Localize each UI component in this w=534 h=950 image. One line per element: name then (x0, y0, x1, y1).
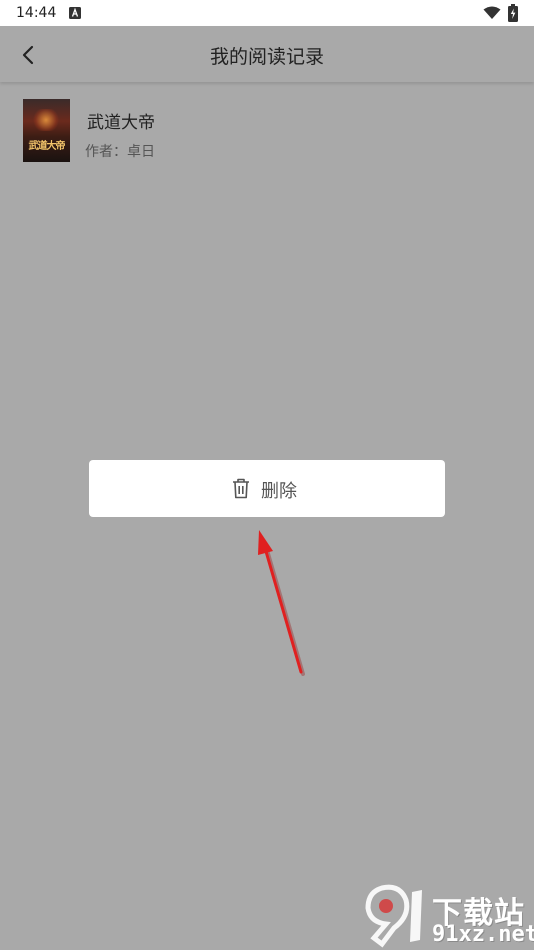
book-author: 作者：卓日 (85, 141, 155, 161)
app-bar: 我的阅读记录 (0, 26, 534, 82)
watermark-logo (365, 884, 422, 948)
history-list-item[interactable]: 武道大帝 武道大帝 作者：卓日 (0, 92, 534, 172)
battery-charging-icon (508, 4, 518, 22)
status-bar: 14:44 (0, 0, 534, 26)
book-title: 武道大帝 (87, 113, 155, 133)
delete-label: 删除 (261, 481, 297, 502)
accessibility-notification-icon (69, 7, 81, 19)
delete-button[interactable]: 删除 (89, 460, 445, 517)
status-time: 14:44 (16, 5, 57, 21)
wifi-icon (483, 6, 501, 19)
cover-title-art: 武道大帝 (28, 141, 66, 152)
author-label: 作者： (85, 144, 127, 160)
page-title: 我的阅读记录 (209, 46, 324, 68)
trash-icon (233, 478, 249, 499)
watermark-text-bottom: 91xz.net (432, 922, 534, 947)
cover-art (31, 109, 61, 131)
author-name: 卓日 (127, 144, 155, 160)
watermark: 下载站 91xz.net (360, 880, 534, 950)
book-cover: 武道大帝 (23, 99, 70, 162)
context-menu: 删除 (89, 460, 445, 517)
